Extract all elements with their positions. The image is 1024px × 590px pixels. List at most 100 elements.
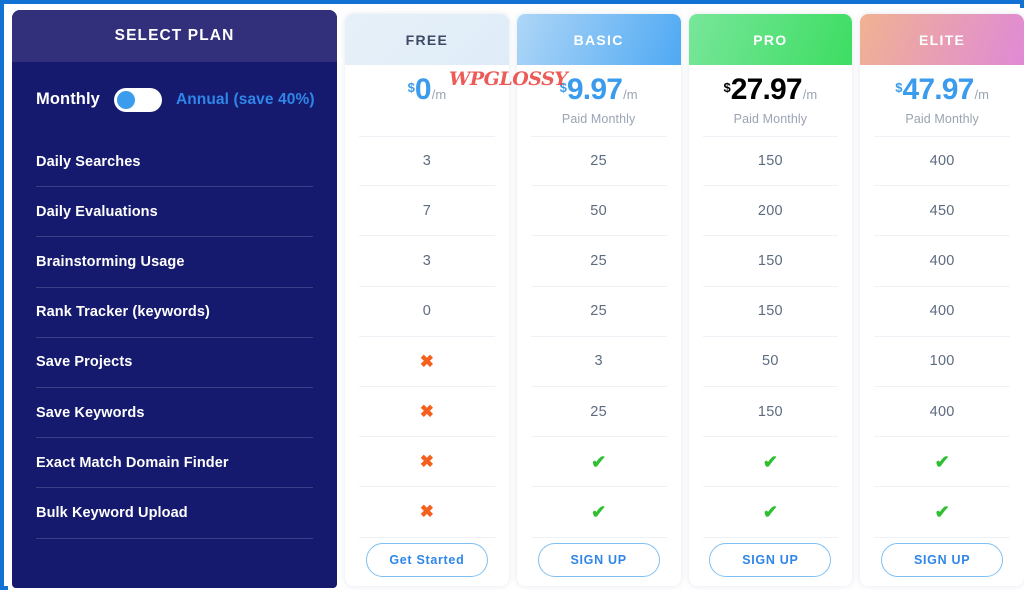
cross-icon: ✖ [419,402,434,422]
plan-value-text: 450 [929,202,955,219]
plan-value-cell: 400 [874,387,1010,438]
plan-value-cell: 150 [702,236,839,287]
feature-row: Rank Tracker (keywords) [36,288,313,338]
price-note: Paid Monthly [561,112,636,126]
plan-value-cell: 400 [874,136,1010,187]
plan-value-text: 3 [422,153,432,170]
check-icon: ✔ [934,451,950,472]
feature-row: Save Projects [36,338,313,388]
plan-value-cell: ✖ [359,487,495,538]
plan-value-cell: 50 [702,337,839,387]
plan-column-elite: ELITE $47.97/m Paid Monthly 400 450 400 400 100… [860,14,1024,586]
plan-header: PRO [688,14,853,65]
price-line: $0/m [408,75,447,105]
plan-value-text: 25 [590,303,607,320]
price-currency: $ [559,80,567,95]
feature-label: Save Projects [36,354,133,371]
feature-row: Brainstorming Usage [36,237,313,288]
pricing-table-inner: SELECT PLAN Monthly Annual (save 40%) Da… [8,8,1024,590]
plan-value-cell: ✖ [359,437,495,488]
plan-cta-button[interactable]: Get Started [365,542,488,577]
billing-annual-label[interactable]: Annual (save 40%) [176,91,315,109]
select-plan-panel: SELECT PLAN Monthly Annual (save 40%) Da… [12,10,337,588]
feature-row: Daily Evaluations [36,187,313,238]
select-plan-header: SELECT PLAN [12,10,337,62]
price-line: $27.97/m [723,75,817,105]
feature-label: Save Keywords [36,404,145,421]
plan-value-cells: 150 200 150 150 50 150 ✔ ✔ [689,136,853,538]
price-line: $47.97/m [895,75,989,105]
price-period: /m [974,87,989,102]
plan-cta-area: SIGN UP [517,538,681,587]
price-currency: $ [407,80,415,95]
feature-label: Exact Match Domain Finder [36,454,229,471]
plan-value-text: 150 [757,303,783,320]
feature-label-list: Daily Searches Daily Evaluations Brainstor… [12,137,337,539]
price-amount: 0 [414,73,432,106]
plan-header: ELITE [860,14,1024,65]
plan-value-text: 25 [590,252,607,269]
price-note: Paid Monthly [733,112,808,126]
plan-value-cell: 25 [530,287,667,337]
plan-value-cells: 25 50 25 25 3 25 ✔ ✔ [517,136,681,538]
plan-value-cell: ✖ [359,337,495,387]
billing-period-toggle[interactable] [113,87,162,112]
plan-value-cells: 400 450 400 400 100 400 ✔ ✔ [860,136,1024,538]
price-amount: 9.97 [566,73,623,106]
plan-value-cell: ✖ [359,387,495,438]
plan-value-cell: 450 [874,186,1010,237]
pricing-table-frame: SELECT PLAN Monthly Annual (save 40%) Da… [0,0,1024,590]
plan-value-cells: 3 7 3 0 ✖ ✖ ✖ ✖ [345,136,509,538]
plan-header: BASIC [516,14,681,65]
plan-columns: FREE $0/m 3 7 3 0 ✖ ✖ ✖ ✖ Get Started BASIC $9.97/m P… [345,14,1024,586]
plan-cta-area: Get Started [345,538,509,587]
plan-value-text: 150 [757,153,783,170]
plan-value-cell: 3 [530,337,667,387]
check-icon: ✔ [591,501,607,522]
feature-row: Exact Match Domain Finder [36,438,313,489]
billing-monthly-label[interactable]: Monthly [36,90,100,109]
check-icon: ✔ [591,451,607,472]
cross-icon: ✖ [419,502,434,522]
plan-value-text: 3 [422,252,432,269]
plan-value-text: 25 [590,153,607,170]
cross-icon: ✖ [419,452,434,472]
price-amount: 27.97 [730,73,803,106]
plan-value-cell: 3 [359,236,495,287]
plan-value-cell: ✔ [530,437,667,488]
feature-row: Save Keywords [36,388,313,439]
plan-value-cell: 200 [702,186,839,237]
plan-value-cell: ✔ [702,437,839,488]
check-icon: ✔ [934,501,950,522]
plan-value-cell: 3 [359,136,495,187]
plan-cta-area: SIGN UP [689,538,853,587]
check-icon: ✔ [762,501,778,522]
plan-cta-button[interactable]: SIGN UP [709,542,832,577]
plan-price-block: $27.97/m Paid Monthly [689,65,853,136]
feature-label: Daily Evaluations [36,203,158,220]
plan-value-text: 400 [929,303,955,320]
plan-value-text: 150 [757,252,783,269]
plan-column-basic: BASIC $9.97/m Paid Monthly 25 50 25 25 3 25 ✔ ✔ SIG… [516,14,681,587]
plan-value-text: 100 [929,353,955,370]
plan-name: PRO [753,31,788,48]
billing-toggle-row: Monthly Annual (save 40%) [12,62,337,137]
plan-value-cell: 25 [530,387,667,438]
plan-value-text: 50 [590,202,607,219]
plan-value-cell: 400 [874,236,1010,287]
plan-cta-button[interactable]: SIGN UP [537,542,660,577]
plan-value-cell: 50 [530,186,667,237]
plan-value-cell: ✔ [530,487,667,538]
plan-value-cell: 150 [702,387,839,438]
feature-row: Bulk Keyword Upload [36,488,313,539]
plan-value-cell: 100 [874,337,1010,387]
plan-value-text: 25 [590,403,607,420]
plan-value-text: 0 [422,303,432,320]
plan-value-cell: 25 [530,136,667,187]
plan-value-text: 200 [757,202,783,219]
plan-column-free: FREE $0/m 3 7 3 0 ✖ ✖ ✖ ✖ Get Started [345,14,509,586]
toggle-knob [116,90,135,109]
price-note: Paid Monthly [905,112,979,126]
plan-price-block: $0/m [345,65,509,136]
plan-cta-button[interactable]: SIGN UP [881,542,1004,577]
